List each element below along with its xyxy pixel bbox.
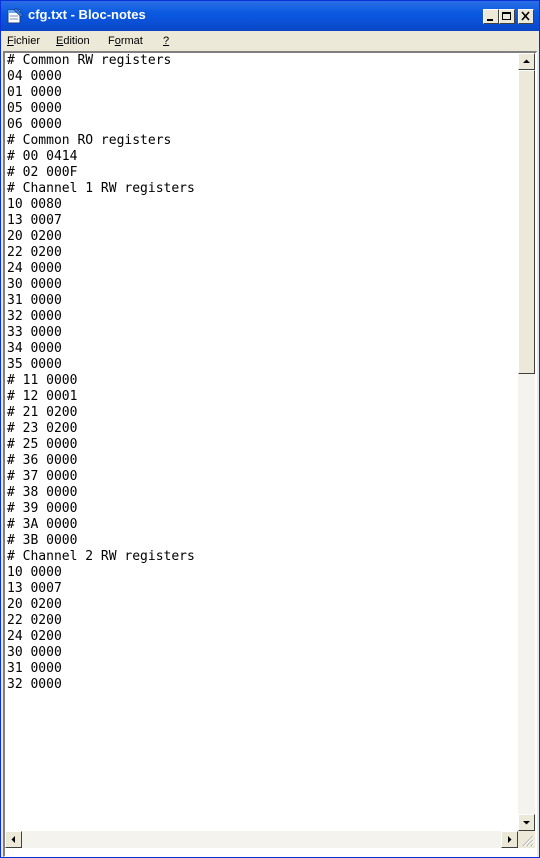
text-line: # 38 0000	[7, 485, 78, 500]
text-line: 34 0000	[7, 341, 62, 356]
menu-fichier-label: ichier	[13, 35, 41, 47]
menu-help[interactable]: ?	[163, 35, 169, 47]
text-line: 30 0000	[7, 645, 62, 660]
text-line: # 39 0000	[7, 501, 78, 516]
scroll-up-button[interactable]	[518, 53, 535, 70]
close-button[interactable]	[518, 9, 534, 24]
text-line: # 25 0000	[7, 437, 78, 452]
text-line: 24 0200	[7, 629, 62, 644]
notepad-window: cfg.txt - Bloc-notes Fichier Edition For…	[0, 0, 540, 858]
text-line: # Channel 1 RW registers	[7, 181, 195, 196]
scroll-left-button[interactable]	[5, 831, 22, 848]
text-area[interactable]: # Common RW registers 04 0000 01 0000 05 00…	[6, 53, 519, 831]
text-line: 32 0000	[7, 677, 62, 692]
text-line: 13 0007	[7, 213, 62, 228]
menu-format[interactable]: Format	[108, 35, 143, 47]
window-title: cfg.txt - Bloc-notes	[28, 7, 146, 22]
text-line: 06 0000	[7, 117, 62, 132]
maximize-icon	[502, 12, 511, 20]
text-line: # 21 0200	[7, 405, 78, 420]
menu-fichier-accel: F	[7, 35, 14, 47]
text-line: 33 0000	[7, 325, 62, 340]
text-line: # 11 0000	[7, 373, 78, 388]
horizontal-scrollbar[interactable]	[5, 831, 518, 848]
title-bar[interactable]: cfg.txt - Bloc-notes	[1, 1, 539, 31]
maximize-button[interactable]	[499, 9, 515, 24]
text-line: 31 0000	[7, 661, 62, 676]
text-line: # Channel 2 RW registers	[7, 549, 195, 564]
scroll-thumb[interactable]	[518, 70, 535, 374]
close-icon	[521, 11, 530, 21]
menu-edition[interactable]: Edition	[56, 35, 90, 47]
text-line: 10 0000	[7, 565, 62, 580]
text-line: 04 0000	[7, 69, 62, 84]
text-line: # 02 000F	[7, 165, 78, 180]
notepad-icon[interactable]	[7, 7, 24, 24]
minimize-icon	[487, 19, 493, 21]
menu-format-prefix: F	[108, 35, 115, 47]
arrow-up-icon	[523, 59, 530, 63]
menu-format-label: rmat	[120, 35, 143, 47]
text-line: 01 0000	[7, 85, 62, 100]
text-line: # 23 0200	[7, 421, 78, 436]
text-line: 13 0007	[7, 581, 62, 596]
text-line: 31 0000	[7, 293, 62, 308]
text-line: 35 0000	[7, 357, 62, 372]
minimize-button[interactable]	[483, 9, 499, 24]
text-line: 22 0200	[7, 613, 62, 628]
scroll-right-button[interactable]	[501, 831, 518, 848]
text-line: # 36 0000	[7, 453, 78, 468]
menu-fichier[interactable]: Fichier	[7, 35, 40, 47]
text-line: 24 0000	[7, 261, 62, 276]
scroll-down-button[interactable]	[518, 814, 535, 831]
menu-edition-label: dition	[63, 35, 90, 47]
arrow-left-icon	[11, 836, 15, 843]
text-line: 20 0200	[7, 597, 62, 612]
text-line: # 37 0000	[7, 469, 78, 484]
text-line: 32 0000	[7, 309, 62, 324]
text-line: 22 0200	[7, 245, 62, 260]
text-line: # 3B 0000	[7, 533, 78, 548]
menu-help-accel: ?	[163, 35, 170, 47]
menu-bar: Fichier Edition Format ?	[1, 31, 539, 51]
arrow-down-icon	[523, 821, 530, 825]
size-grip-icon[interactable]	[518, 831, 535, 848]
text-line: # 00 0414	[7, 149, 78, 164]
text-line: 20 0200	[7, 229, 62, 244]
text-line: # 3A 0000	[7, 517, 78, 532]
text-line: 30 0000	[7, 277, 62, 292]
arrow-right-icon	[508, 836, 512, 843]
text-line: # Common RW registers	[7, 53, 172, 68]
text-line: # Common RO registers	[7, 133, 172, 148]
text-editor[interactable]: # Common RW registers 04 0000 01 0000 05 00…	[3, 51, 537, 857]
text-line: 10 0080	[7, 197, 62, 212]
text-line: 05 0000	[7, 101, 62, 116]
vertical-scrollbar[interactable]	[518, 53, 535, 831]
text-line: # 12 0001	[7, 389, 78, 404]
